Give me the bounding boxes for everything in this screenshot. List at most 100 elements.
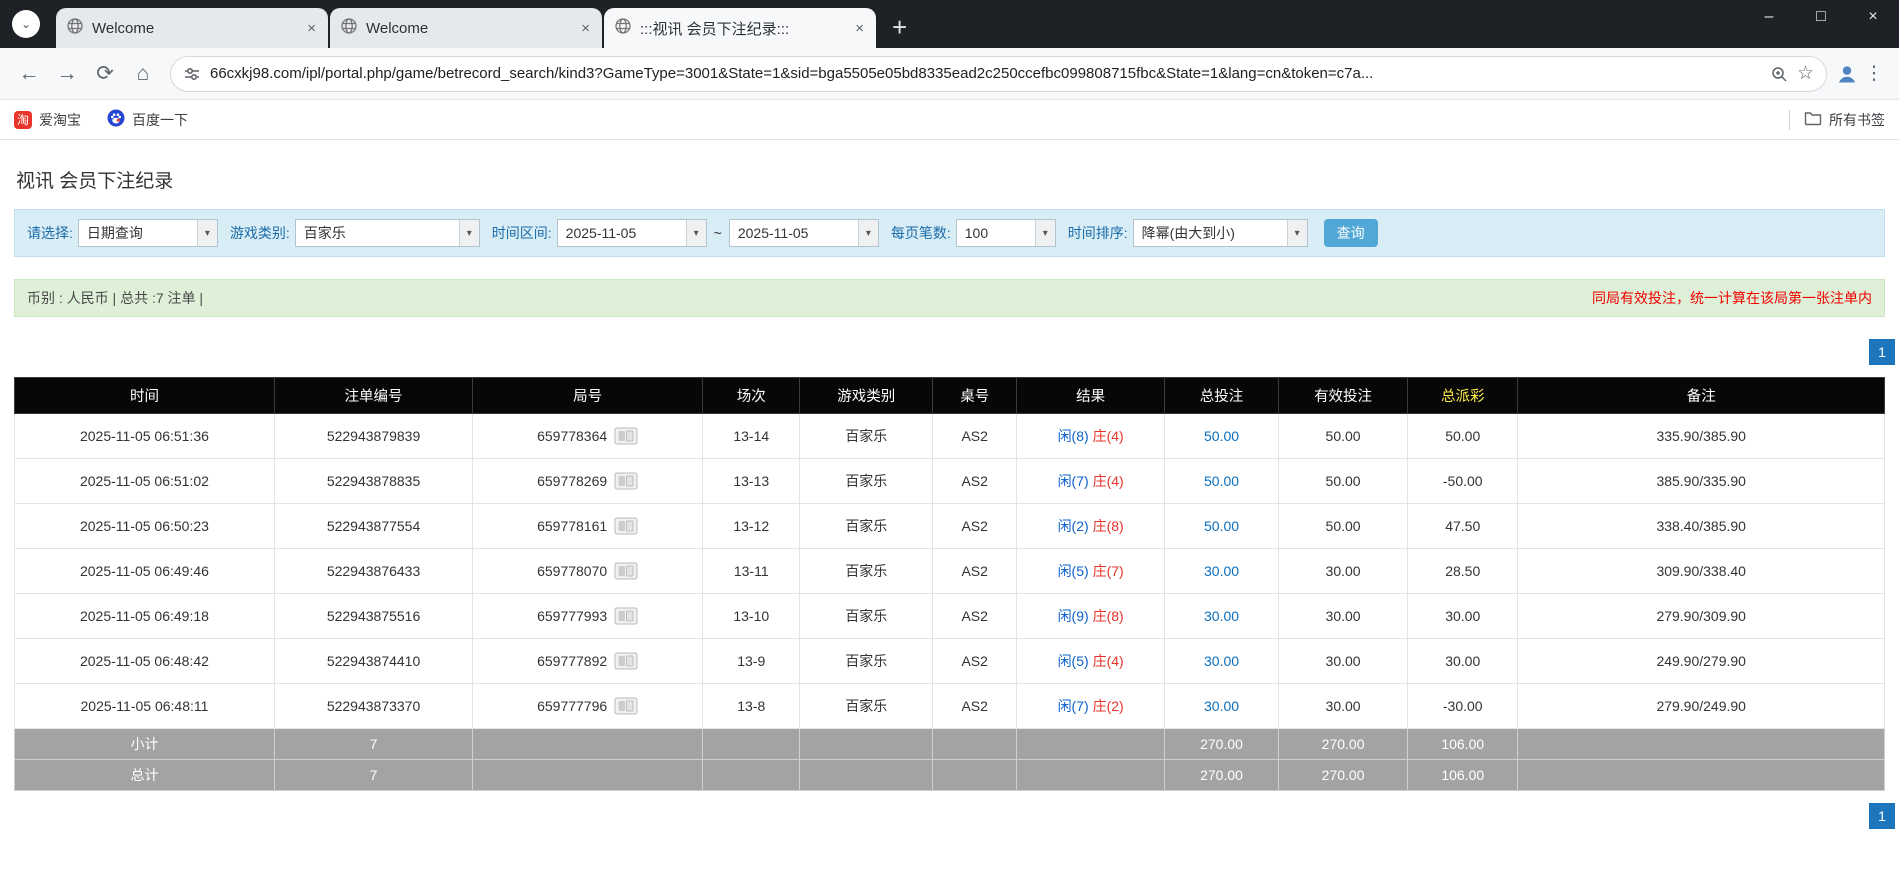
maximize-button[interactable]: □	[1795, 0, 1847, 34]
round-media-icon[interactable]	[614, 652, 638, 670]
player-result: 闲(7)	[1058, 698, 1089, 714]
total-bet-link[interactable]: 50.00	[1204, 518, 1239, 534]
total-bet-link[interactable]: 30.00	[1204, 698, 1239, 714]
page-size-select[interactable]: 100 ▾	[956, 219, 1056, 247]
player-result: 闲(2)	[1058, 518, 1089, 534]
round-media-icon[interactable]	[614, 697, 638, 715]
round-media-icon[interactable]	[614, 607, 638, 625]
game-type-label: 游戏类别:	[230, 223, 290, 243]
cell-total-bet[interactable]: 50.00	[1165, 414, 1279, 459]
chevron-down-icon[interactable]: ▾	[459, 219, 479, 247]
site-settings-icon[interactable]	[183, 65, 201, 83]
cell-total-bet[interactable]: 30.00	[1165, 549, 1279, 594]
cell-bet-id: 522943873370	[274, 684, 472, 729]
back-button[interactable]: ←	[10, 55, 48, 93]
tab-close-icon[interactable]: ×	[305, 20, 318, 37]
page-1-button[interactable]: 1	[1869, 803, 1895, 829]
bookmark-taobao[interactable]: 淘 爱淘宝	[14, 110, 81, 130]
total-bet-link[interactable]: 50.00	[1204, 473, 1239, 489]
game-type-value: 百家乐	[296, 223, 459, 243]
new-tab-button[interactable]: +	[892, 14, 907, 40]
sort-label: 时间排序:	[1068, 223, 1128, 243]
bookmark-star-icon[interactable]: ☆	[1797, 62, 1814, 85]
game-type-select[interactable]: 百家乐 ▾	[295, 219, 480, 247]
cell-time: 2025-11-05 06:49:46	[15, 549, 275, 594]
bookmark-label: 爱淘宝	[39, 110, 81, 130]
banker-result: 庄(4)	[1093, 473, 1124, 489]
cell-payout: 47.50	[1408, 504, 1518, 549]
cell-time: 2025-11-05 06:48:42	[15, 639, 275, 684]
cell-game-type: 百家乐	[800, 549, 933, 594]
column-header: 总派彩	[1408, 378, 1518, 414]
minimize-button[interactable]: –	[1743, 0, 1795, 34]
column-header: 场次	[703, 378, 800, 414]
round-media-icon[interactable]	[614, 472, 638, 490]
date-to-select[interactable]: 2025-11-05 ▾	[729, 219, 879, 247]
bookmark-baidu[interactable]: 百度一下	[107, 109, 188, 130]
summary-note: 同局有效投注，统一计算在该局第一张注单内	[1592, 288, 1872, 308]
page-1-button[interactable]: 1	[1869, 339, 1895, 365]
browser-tab-2[interactable]: Welcome ×	[330, 8, 602, 48]
taobao-icon: 淘	[14, 111, 32, 129]
query-type-select[interactable]: 日期查询 ▾	[78, 219, 218, 247]
chevron-down-icon[interactable]: ▾	[858, 219, 878, 247]
search-button[interactable]: 查询	[1324, 219, 1378, 247]
chevron-down-icon[interactable]: ▾	[686, 219, 706, 247]
cell-round: 659777993	[473, 594, 703, 639]
tab-close-icon[interactable]: ×	[853, 20, 866, 37]
round-media-icon[interactable]	[614, 517, 638, 535]
empty-cell	[703, 760, 800, 791]
total-row: 总计 7 270.00 270.00 106.00	[15, 760, 1885, 791]
sort-select[interactable]: 降幂(由大到小) ▾	[1133, 219, 1308, 247]
home-button[interactable]: ⌂	[124, 55, 162, 93]
close-button[interactable]: ×	[1847, 0, 1899, 34]
total-count: 7	[274, 760, 472, 791]
round-number: 659778070	[537, 563, 607, 579]
cell-total-bet[interactable]: 30.00	[1165, 594, 1279, 639]
empty-cell	[473, 729, 703, 760]
cell-game-type: 百家乐	[800, 639, 933, 684]
table-row: 2025-11-05 06:51:36522943879839659778364…	[15, 414, 1885, 459]
empty-cell	[703, 729, 800, 760]
cell-total-bet[interactable]: 30.00	[1165, 684, 1279, 729]
total-bet-link[interactable]: 30.00	[1204, 653, 1239, 669]
date-from-select[interactable]: 2025-11-05 ▾	[557, 219, 707, 247]
zoom-icon[interactable]	[1770, 65, 1788, 83]
browser-tab-1[interactable]: Welcome ×	[56, 8, 328, 48]
tab-title: Welcome	[366, 20, 571, 37]
cell-valid-bet: 30.00	[1279, 549, 1408, 594]
chevron-down-icon[interactable]: ▾	[1287, 219, 1307, 247]
cell-total-bet[interactable]: 30.00	[1165, 639, 1279, 684]
chevron-down-icon[interactable]: ▾	[197, 219, 217, 247]
tab-close-icon[interactable]: ×	[579, 20, 592, 37]
browser-tab-active[interactable]: :::视讯 会员下注纪录::: ×	[604, 8, 876, 48]
empty-cell	[800, 729, 933, 760]
cell-session: 13-13	[703, 459, 800, 504]
all-bookmarks-button[interactable]: 所有书签	[1804, 110, 1885, 130]
cell-note: 309.90/338.40	[1518, 549, 1885, 594]
window-controls: – □ ×	[1743, 0, 1899, 34]
cell-game-type: 百家乐	[800, 459, 933, 504]
cell-payout: -50.00	[1408, 459, 1518, 504]
menu-kebab-icon[interactable]: ⋮	[1859, 62, 1889, 85]
total-bet-link[interactable]: 30.00	[1204, 608, 1239, 624]
cell-total-bet[interactable]: 50.00	[1165, 504, 1279, 549]
cell-session: 13-10	[703, 594, 800, 639]
chevron-down-icon[interactable]: ▾	[1035, 219, 1055, 247]
empty-cell	[933, 729, 1017, 760]
cell-result: 闲(2) 庄(8)	[1017, 504, 1165, 549]
cell-result: 闲(8) 庄(4)	[1017, 414, 1165, 459]
cell-table-no: AS2	[933, 639, 1017, 684]
subtotal-row: 小计 7 270.00 270.00 106.00	[15, 729, 1885, 760]
total-bet-link[interactable]: 30.00	[1204, 563, 1239, 579]
cell-payout: -30.00	[1408, 684, 1518, 729]
tab-search-button[interactable]: ⌄	[12, 10, 40, 38]
reload-button[interactable]: ⟳	[86, 55, 124, 93]
forward-button[interactable]: →	[48, 55, 86, 93]
address-bar[interactable]: 66cxkj98.com/ipl/portal.php/game/betreco…	[170, 56, 1827, 92]
profile-icon[interactable]	[1835, 62, 1859, 86]
round-media-icon[interactable]	[614, 427, 638, 445]
round-media-icon[interactable]	[614, 562, 638, 580]
cell-total-bet[interactable]: 50.00	[1165, 459, 1279, 504]
total-bet-link[interactable]: 50.00	[1204, 428, 1239, 444]
